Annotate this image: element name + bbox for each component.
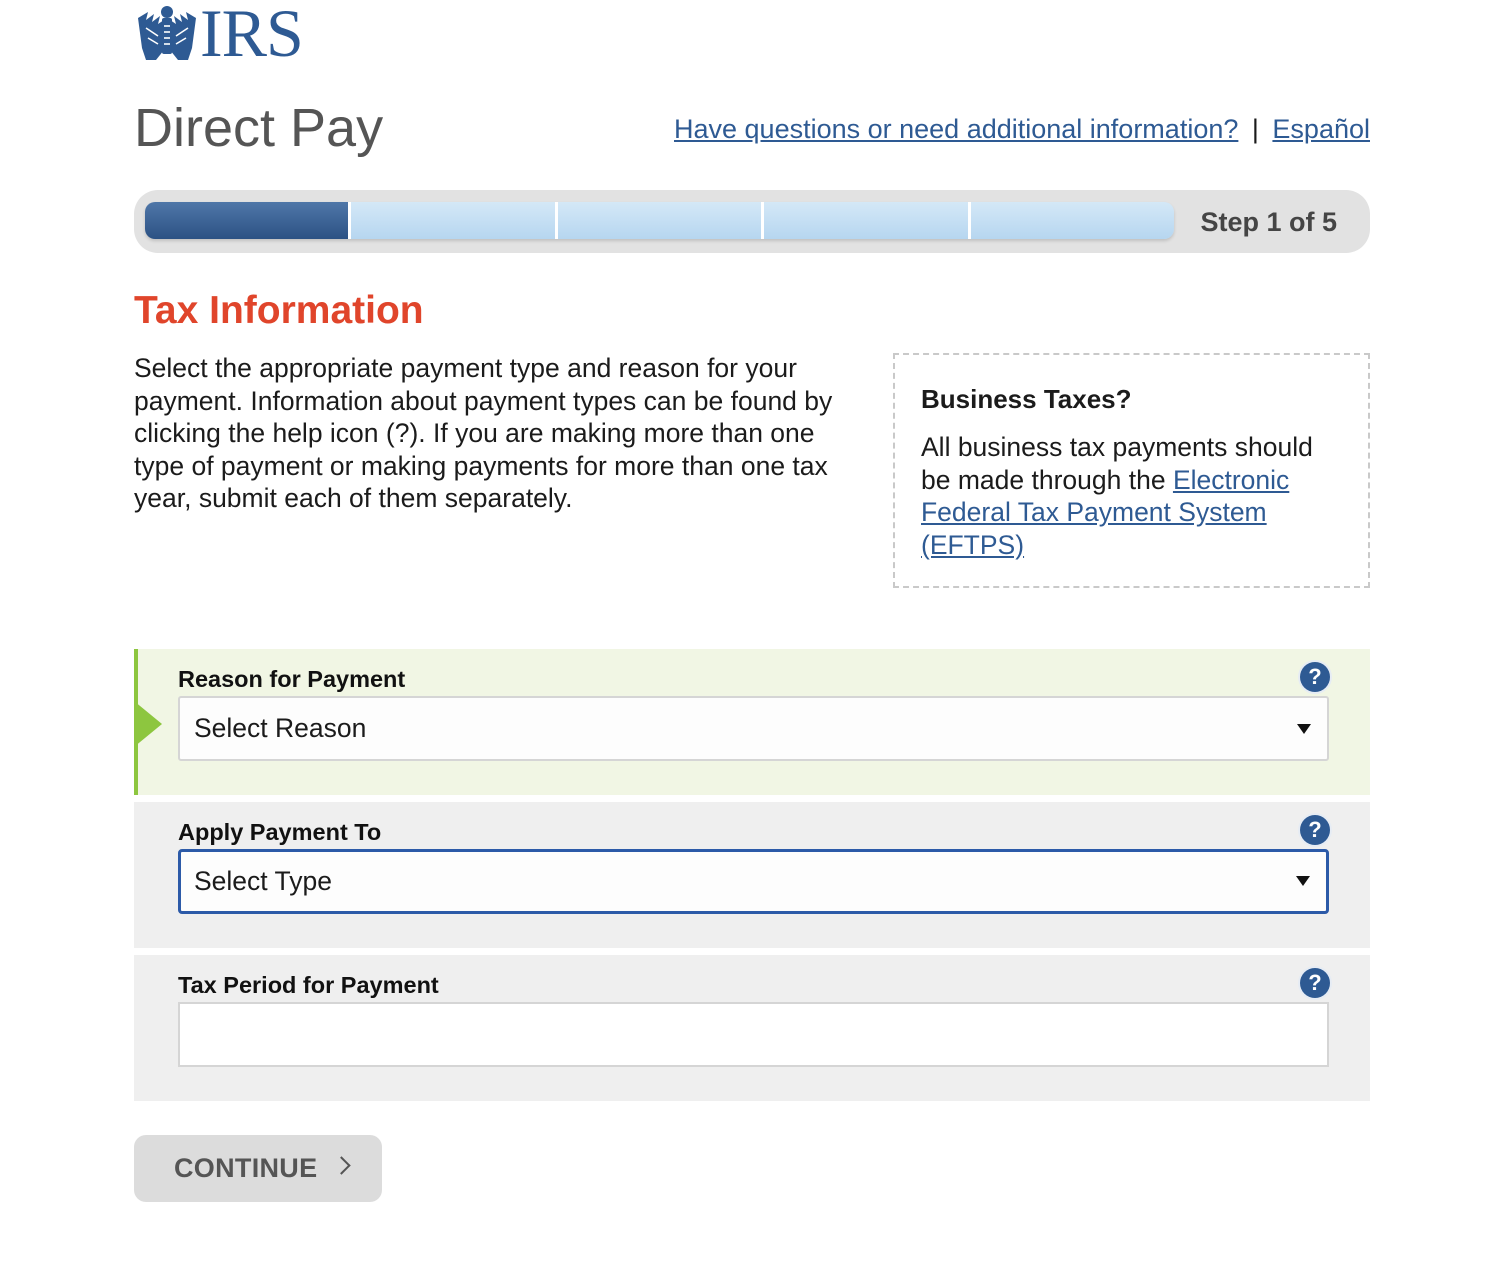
progress-segment-2: [351, 202, 558, 239]
apply-payment-to-panel: Apply Payment To ? Select Type: [134, 802, 1370, 948]
reason-select-value: Select Reason: [194, 713, 367, 743]
step-indicator: Step 1 of 5: [1200, 207, 1337, 237]
apply-payment-to-label: Apply Payment To: [178, 819, 382, 845]
irs-logo[interactable]: IRS: [134, 0, 304, 71]
tax-period-field[interactable]: [178, 1002, 1329, 1067]
tax-period-help-icon[interactable]: ?: [1300, 968, 1330, 998]
irs-wordmark: IRS: [200, 0, 304, 71]
reason-for-payment-select[interactable]: Select Reason: [178, 696, 1329, 761]
progress-segment-3: [557, 202, 765, 239]
header-links: Have questions or need additional inform…: [674, 112, 1370, 146]
reason-for-payment-label: Reason for Payment: [178, 666, 406, 692]
active-field-arrow-icon: [134, 701, 162, 747]
continue-label: CONTINUE: [174, 1153, 318, 1183]
progress-track: [145, 202, 1174, 239]
help-info-link[interactable]: Have questions or need additional inform…: [674, 114, 1238, 144]
continue-button[interactable]: CONTINUE: [134, 1135, 382, 1202]
irs-eagle-icon: [138, 6, 196, 60]
section-title: Tax Information: [134, 289, 424, 332]
tax-period-panel: Tax Period for Payment ?: [134, 955, 1370, 1101]
chevron-right-icon: [332, 1156, 351, 1175]
reason-for-payment-panel: Reason for Payment ? Select Reason: [134, 649, 1370, 795]
espanol-link[interactable]: Español: [1272, 114, 1370, 144]
progress-segment-4: [764, 202, 971, 239]
business-taxes-box: Business Taxes? All business tax payment…: [893, 353, 1370, 588]
intro-text: Select the appropriate payment type and …: [134, 353, 833, 513]
business-taxes-heading: Business Taxes?: [921, 384, 1132, 414]
apply-to-help-icon[interactable]: ?: [1300, 815, 1330, 845]
step-progress-bar: Step 1 of 5: [134, 190, 1370, 253]
chevron-down-icon: [1297, 724, 1311, 734]
business-taxes-text: All business tax payments should be made…: [921, 431, 1342, 561]
progress-segment-1: [145, 202, 352, 239]
tax-period-label: Tax Period for Payment: [178, 972, 439, 998]
page-title: Direct Pay: [134, 98, 384, 158]
apply-to-select-value: Select Type: [194, 866, 332, 896]
reason-help-icon[interactable]: ?: [1300, 662, 1330, 692]
link-separator: |: [1251, 114, 1259, 144]
progress-segment-5: [970, 202, 1174, 239]
chevron-down-icon: [1296, 876, 1310, 886]
apply-payment-to-select[interactable]: Select Type: [178, 849, 1329, 914]
